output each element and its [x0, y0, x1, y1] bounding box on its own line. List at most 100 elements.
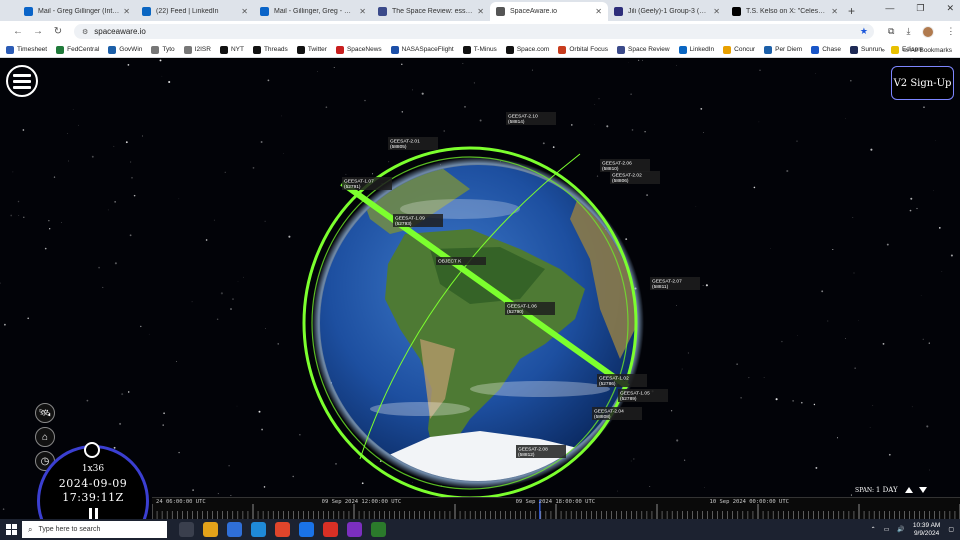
chevron-up-icon[interactable]: ⌃ [871, 526, 876, 533]
browser-tab[interactable]: Mail - Gillinger, Greg - Outlook✕ [254, 2, 372, 21]
signup-button[interactable]: V2 Sign-Up [891, 66, 954, 100]
site-info-icon[interactable]: ⚙ [82, 28, 88, 36]
taskbar-app-icon[interactable] [371, 522, 386, 537]
profile-avatar[interactable] [922, 25, 935, 38]
browser-tab[interactable]: Jili (Geely)-1 Group-3 (10 sats) ✕ [608, 2, 726, 21]
satellite-id: (58814) [508, 119, 525, 125]
extensions-icon[interactable]: ⧉ [888, 26, 894, 37]
tab-close-icon[interactable]: ✕ [123, 7, 130, 16]
more-bookmarks-icon[interactable]: » [881, 47, 885, 54]
taskbar-app-icon[interactable] [203, 522, 218, 537]
taskbar-app-icon[interactable] [275, 522, 290, 537]
browser-tab[interactable]: SpaceAware.io ✕ [490, 2, 608, 21]
taskbar-app-icon[interactable] [179, 522, 194, 537]
tab-close-icon[interactable]: ✕ [359, 7, 366, 16]
minimize-icon[interactable]: — [885, 3, 894, 14]
speed-knob[interactable] [84, 442, 100, 458]
satellite-id: (52789) [620, 396, 637, 402]
bookmark-item[interactable]: Threads [252, 45, 288, 54]
satellite-label[interactable]: GEESAT-2.01(58805) [388, 137, 438, 150]
bookmark-item[interactable]: Per Diem [764, 45, 802, 54]
browser-tab[interactable]: (22) Feed | LinkedIn ✕ [136, 2, 254, 21]
notifications-icon[interactable]: ▢ [948, 526, 954, 533]
satellite-label[interactable]: GEESAT-1.05(52789) [618, 389, 668, 402]
taskbar-search[interactable]: ⌕ Type here to search [22, 521, 167, 538]
satellite-icon[interactable]: 🛰 [35, 403, 55, 423]
bookmark-label: Tyto [162, 46, 175, 53]
bookmark-item[interactable]: Tyto [151, 45, 175, 54]
timeline-bar[interactable]: 24 06:00:00 UTC 09 Sep 2024 12:00:00 UTC 0… [152, 497, 960, 519]
taskbar-app-icon[interactable] [227, 522, 242, 537]
bookmark-favicon-icon [390, 45, 399, 54]
menu-icon[interactable]: ⋮ [946, 26, 955, 37]
satellite-label[interactable]: GEESAT-2.10(58814) [506, 112, 556, 125]
satellite-label[interactable]: GEESAT-2.07(58811) [650, 277, 700, 290]
browser-tab[interactable]: T.S. Kelso on X: "CelesTrak has ✕ [726, 2, 844, 21]
new-tab-button[interactable]: + [848, 2, 855, 21]
home-icon[interactable]: ⌂ [35, 427, 55, 447]
satellite-label[interactable]: GEESAT-2.04(58808) [592, 407, 642, 420]
tab-close-icon[interactable]: ✕ [713, 7, 720, 16]
globe-scene[interactable]: GEESAT-2.10(58814) GEESAT-2.01(58805) GEES… [0, 59, 960, 519]
url-field[interactable]: ⚙ spaceaware.io ★ [74, 24, 874, 39]
bookmark-item[interactable]: NASASpaceFlight [390, 45, 454, 54]
bookmark-item[interactable]: Twitter [296, 45, 327, 54]
tab-close-icon[interactable]: ✕ [241, 7, 248, 16]
tab-favicon-icon [496, 7, 505, 16]
browser-tab[interactable]: Mail - Greg Gillinger (Integrity) ✕ [18, 2, 136, 21]
bookmark-item[interactable]: GovWin [108, 45, 142, 54]
bookmark-item[interactable]: Chase [811, 45, 841, 54]
back-icon[interactable]: ← [8, 26, 28, 37]
hamburger-line [13, 79, 31, 83]
bookmark-item[interactable]: T-Minus [462, 45, 497, 54]
bookmark-item[interactable]: NYT [219, 45, 244, 54]
bookmark-item[interactable]: Sunrun [850, 45, 882, 54]
taskbar-app-icon[interactable] [299, 522, 314, 537]
taskbar-clock[interactable]: 10:39 AM 9/9/2024 [913, 522, 940, 538]
satellite-label[interactable]: GEESAT-1.07(52791) [342, 177, 392, 190]
tab-close-icon[interactable]: ✕ [831, 7, 838, 16]
satellite-label[interactable]: GEESAT-1.09(52793) [393, 214, 443, 227]
satellite-name: GEESAT-2.10 [508, 114, 538, 120]
taskbar-app-icon[interactable] [347, 522, 362, 537]
browser-tab[interactable]: The Space Review: essays and c ✕ [372, 2, 490, 21]
bookmark-item[interactable]: I2ISR [183, 45, 211, 54]
maximize-icon[interactable]: ❐ [916, 3, 924, 14]
bookmark-item[interactable]: Concur [723, 45, 756, 54]
satellite-label[interactable]: GEESAT-1.02(52786) [597, 374, 647, 387]
satellite-id: (58811) [652, 284, 669, 290]
tab-close-icon[interactable]: ✕ [477, 7, 484, 16]
bookmark-item[interactable]: SpaceNews [335, 45, 382, 54]
download-icon[interactable]: ⤓ [906, 26, 910, 37]
satellite-label[interactable]: GEESAT-2.08(58812) [516, 445, 566, 458]
windows-start-icon[interactable] [0, 524, 22, 535]
tab-close-icon[interactable]: ✕ [595, 7, 602, 16]
pause-icon[interactable] [89, 508, 99, 519]
bookmark-item[interactable]: LinkedIn [678, 45, 714, 54]
globe-viewport[interactable]: GEESAT-2.10 (58814) GEESAT-2.01 (58805) GEES… [0, 59, 960, 519]
bookmark-item[interactable]: Timesheet [6, 45, 47, 54]
timeline-label: 09 Sep 2024 18:00:00 UTC [515, 499, 596, 505]
close-window-icon[interactable]: ✕ [946, 3, 954, 14]
all-bookmarks[interactable]: ▭ All Bookmarks [903, 46, 952, 54]
bookmark-item[interactable]: Space Review [617, 45, 670, 54]
taskbar-app-icon[interactable] [251, 522, 266, 537]
bookmark-item[interactable]: Orbital Focus [558, 45, 608, 54]
span-increase-icon[interactable] [905, 487, 913, 493]
volume-icon[interactable]: 🔊 [897, 526, 904, 533]
bookmark-item[interactable]: Space.com [505, 45, 549, 54]
bookmark-star-icon[interactable]: ★ [860, 26, 868, 37]
satellite-label[interactable]: GEESAT-2.06(58810) [600, 159, 650, 172]
bookmark-favicon-icon [850, 45, 858, 54]
main-menu-button[interactable] [6, 65, 38, 97]
reload-icon[interactable]: ↻ [48, 26, 68, 37]
satellite-label[interactable]: GEESAT-1.06(52790) [505, 302, 555, 315]
bookmark-label: Concur [734, 46, 756, 53]
satellite-label[interactable]: GEESAT-2.02(58806) [610, 171, 660, 184]
satellite-label[interactable]: OBJECT K [436, 257, 486, 265]
taskbar-app-icon[interactable] [323, 522, 338, 537]
forward-icon[interactable]: → [28, 26, 48, 37]
network-icon[interactable]: ▭ [884, 526, 890, 533]
span-decrease-icon[interactable] [919, 487, 927, 493]
bookmark-item[interactable]: FedCentral [56, 45, 99, 54]
